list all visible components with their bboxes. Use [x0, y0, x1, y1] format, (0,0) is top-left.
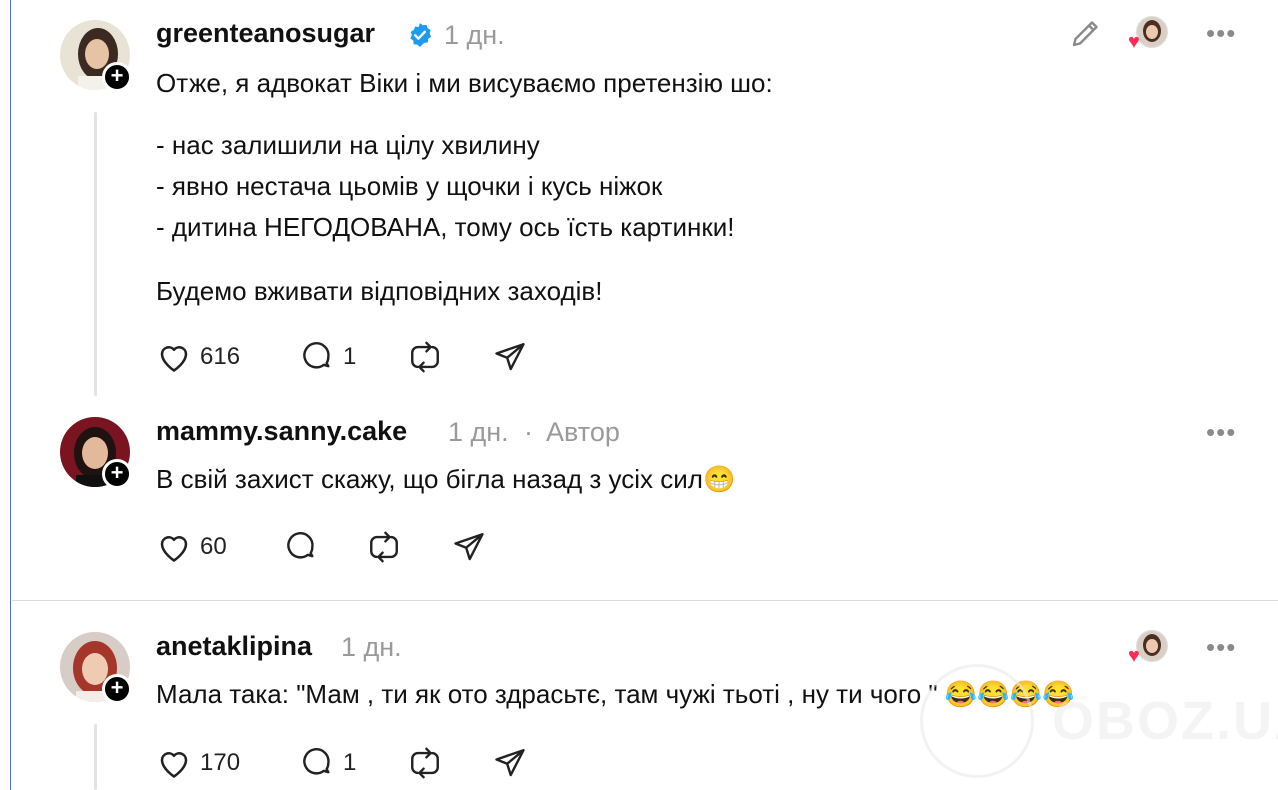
watermark-text: OBOZ.UA [1052, 691, 1278, 751]
divider [12, 600, 1278, 601]
reply-count: 1 [343, 749, 357, 776]
post-time[interactable]: 1 дн. [444, 20, 505, 51]
repost-icon [411, 341, 439, 373]
like-button[interactable]: 170 [156, 746, 240, 780]
post-time[interactable]: 1 дн. [448, 417, 509, 448]
repost-button[interactable] [407, 746, 443, 780]
comment-icon [303, 342, 330, 369]
reply-button[interactable] [283, 530, 319, 564]
post-line: - дитина НЕГОДОВАНА, тому ось їсть карти… [156, 212, 735, 242]
repost-button[interactable] [366, 530, 402, 564]
like-count: 616 [200, 343, 241, 370]
share-button[interactable] [492, 746, 528, 780]
liker-avatar [1136, 16, 1168, 48]
liker-avatar [1136, 630, 1168, 662]
more-icon[interactable]: ••• [1206, 417, 1236, 448]
heart-icon [160, 536, 188, 562]
share-icon [495, 749, 525, 777]
thread-line [94, 724, 97, 790]
heart-icon [160, 752, 188, 778]
more-icon[interactable]: ••• [1206, 632, 1236, 663]
heart-icon [160, 346, 188, 372]
comment-icon [287, 532, 314, 559]
post-time[interactable]: 1 дн. [341, 632, 402, 663]
username[interactable]: anetaklipina [156, 631, 312, 662]
author-label: Автор [546, 417, 620, 447]
post-line: Отже, я адвокат Віки і ми висуваємо прет… [156, 68, 773, 98]
watermark-logo: OBOZ.UA [920, 664, 1278, 778]
like-button[interactable]: 60 [156, 530, 227, 564]
like-button[interactable]: 616 [156, 340, 240, 374]
verified-badge-icon [410, 23, 432, 47]
follow-button[interactable]: + [102, 459, 132, 489]
post-line: - нас залишили на цілу хвилину [156, 130, 540, 160]
repost-button[interactable] [407, 340, 443, 374]
author-liked-indicator: ♥ [1128, 16, 1168, 52]
repost-icon [370, 531, 398, 563]
comment-icon [303, 748, 330, 775]
username[interactable]: greenteanosugar [156, 18, 375, 49]
username[interactable]: mammy.sanny.cake [156, 416, 407, 447]
like-count: 170 [200, 749, 241, 776]
follow-button[interactable]: + [102, 62, 132, 92]
window-edge [10, 0, 11, 790]
thread-line [94, 112, 97, 396]
share-button[interactable] [492, 340, 528, 374]
post-text: В свій захист скажу, що бігла назад з ус… [156, 464, 736, 494]
globe-icon [920, 664, 1034, 778]
heart-icon: ♥ [1128, 31, 1140, 53]
heart-icon: ♥ [1128, 645, 1140, 667]
post-line: - явно нестача цьомів у щочки і кусь ніж… [156, 171, 663, 201]
share-icon [454, 533, 484, 561]
like-count: 60 [200, 533, 227, 560]
share-button[interactable] [451, 530, 487, 564]
pencil-icon[interactable] [1068, 15, 1104, 51]
share-icon [495, 343, 525, 371]
follow-button[interactable]: + [102, 674, 132, 704]
reply-button[interactable]: 1 [299, 340, 356, 374]
post-line: Будемо вживати відповідних заходів! [156, 276, 603, 306]
meta-separator: · [524, 417, 533, 447]
author-liked-indicator: ♥ [1128, 630, 1168, 666]
reply-count: 1 [343, 343, 357, 370]
more-icon[interactable]: ••• [1206, 18, 1236, 49]
repost-icon [411, 747, 439, 779]
reply-button[interactable]: 1 [299, 746, 356, 780]
